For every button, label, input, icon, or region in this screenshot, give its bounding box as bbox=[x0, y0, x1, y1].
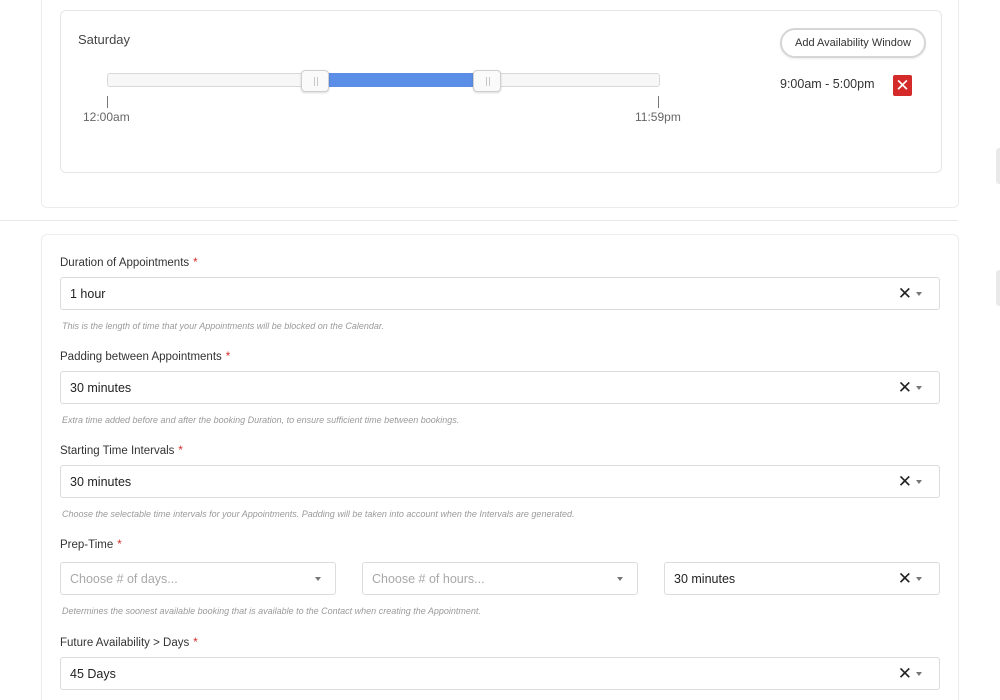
required-mark: * bbox=[117, 539, 122, 551]
duration-label: Duration of Appointments * bbox=[60, 257, 198, 269]
required-mark: * bbox=[193, 257, 198, 269]
close-icon[interactable]: ✕ bbox=[898, 569, 912, 589]
caret-down-icon bbox=[617, 577, 623, 581]
caret-down-icon bbox=[916, 292, 922, 296]
remove-window-button[interactable]: ✕ bbox=[893, 75, 912, 96]
slider-end-tick bbox=[658, 96, 659, 108]
close-icon[interactable]: ✕ bbox=[898, 664, 912, 684]
availability-card: Saturday Add Availability Window 12:00am… bbox=[41, 0, 959, 208]
future-availability-select[interactable]: 45 Days ✕ bbox=[60, 657, 940, 690]
intervals-select[interactable]: 30 minutes ✕ bbox=[60, 465, 940, 498]
slider-start-tick bbox=[107, 96, 108, 108]
caret-down-icon bbox=[916, 386, 922, 390]
caret-down-icon bbox=[916, 577, 922, 581]
required-mark: * bbox=[225, 351, 231, 363]
caret-down-icon bbox=[916, 672, 922, 676]
prep-days-select[interactable]: Choose # of days... bbox=[60, 562, 336, 595]
future-availability-value: 45 Days bbox=[70, 667, 116, 681]
day-label: Saturday bbox=[78, 32, 131, 47]
padding-value: 30 minutes bbox=[70, 381, 132, 395]
caret-down-icon bbox=[916, 480, 922, 484]
availability-range-text: 9:00am - 5:00pm bbox=[780, 77, 875, 91]
intervals-help: Choose the selectable time intervals for… bbox=[62, 509, 575, 519]
prep-minutes-select[interactable]: 30 minutes ✕ bbox=[664, 562, 940, 595]
close-icon: ✕ bbox=[895, 76, 910, 95]
duration-help: This is the length of time that your App… bbox=[62, 321, 385, 331]
intervals-value: 30 minutes bbox=[70, 475, 132, 489]
slider-start-label: 12:00am bbox=[83, 110, 130, 124]
slider-range-fill bbox=[314, 73, 487, 87]
close-icon[interactable]: ✕ bbox=[898, 284, 912, 304]
close-icon[interactable]: ✕ bbox=[898, 378, 912, 398]
padding-select[interactable]: 30 minutes ✕ bbox=[60, 371, 940, 404]
required-mark: * bbox=[178, 445, 183, 457]
add-availability-window-button[interactable]: Add Availability Window bbox=[780, 28, 926, 58]
prep-days-placeholder: Choose # of days... bbox=[70, 572, 178, 586]
duration-value: 1 hour bbox=[70, 287, 106, 301]
prep-time-help: Determines the soonest available booking… bbox=[62, 606, 481, 616]
padding-label: Padding between Appointments * bbox=[60, 351, 231, 363]
edge-scroll-handle bbox=[996, 148, 1000, 184]
availability-day-panel: Saturday Add Availability Window 12:00am… bbox=[60, 10, 942, 173]
slider-end-handle[interactable] bbox=[472, 70, 501, 92]
prep-hours-placeholder: Choose # of hours... bbox=[372, 572, 485, 586]
slider-start-handle[interactable] bbox=[300, 70, 329, 92]
prep-time-label: Prep-Time * bbox=[60, 539, 122, 551]
edge-scroll-handle bbox=[996, 270, 1000, 306]
prep-hours-select[interactable]: Choose # of hours... bbox=[362, 562, 638, 595]
intervals-label: Starting Time Intervals * bbox=[60, 445, 183, 457]
caret-down-icon bbox=[315, 577, 321, 581]
prep-minutes-value: 30 minutes bbox=[674, 572, 736, 586]
future-availability-label: Future Availability > Days * bbox=[60, 637, 198, 649]
time-range-slider[interactable] bbox=[107, 70, 660, 92]
required-mark: * bbox=[193, 637, 198, 649]
close-icon[interactable]: ✕ bbox=[898, 472, 912, 492]
section-divider bbox=[0, 220, 958, 221]
padding-help: Extra time added before and after the bo… bbox=[62, 415, 460, 425]
slider-end-label: 11:59pm bbox=[635, 110, 681, 124]
duration-select[interactable]: 1 hour ✕ bbox=[60, 277, 940, 310]
